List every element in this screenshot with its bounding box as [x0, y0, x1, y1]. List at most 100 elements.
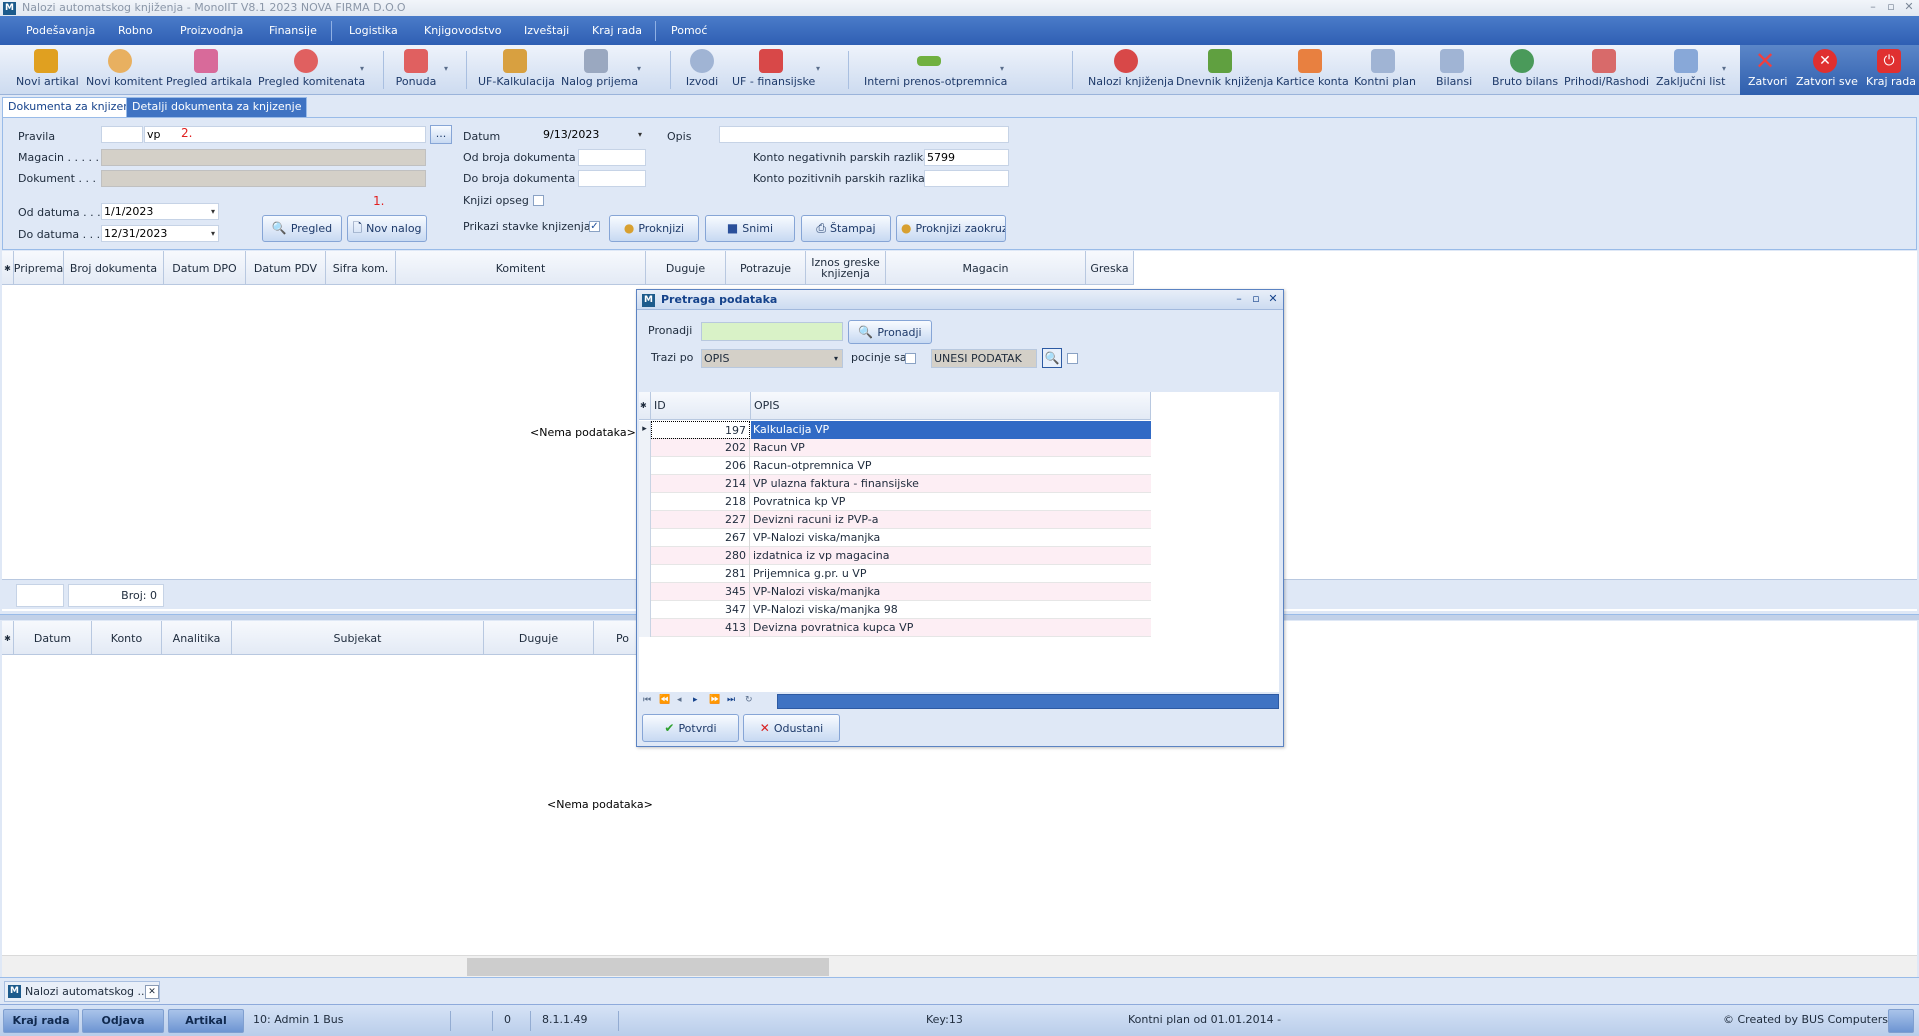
posting-orders-button[interactable]: Nalozi knjiženja: [1088, 46, 1174, 94]
prikazi-stavke-checkbox[interactable]: ✓: [589, 221, 600, 232]
minimize-icon[interactable]: –: [1864, 0, 1882, 16]
computer-icon[interactable]: [1888, 1009, 1914, 1033]
menu-pomoc[interactable]: Pomoć: [671, 16, 707, 45]
col-opis[interactable]: OPIS: [751, 392, 1151, 420]
od-datuma-input[interactable]: 1/1/2023 ▾: [101, 203, 219, 220]
col-priprema[interactable]: Pripremа: [14, 251, 64, 285]
dialog-close-icon[interactable]: ✕: [1266, 292, 1280, 306]
magacin-input[interactable]: [101, 149, 426, 166]
pronadji-button[interactable]: 🔍 Pronadji: [848, 320, 932, 344]
tab-documents[interactable]: Dokumenta za knjizenje: [2, 97, 147, 117]
dialog-maximize-icon[interactable]: ▫: [1249, 292, 1263, 306]
nov-nalog-button[interactable]: 🗋 Nov nalog: [347, 215, 427, 242]
pravila-code-input[interactable]: [101, 126, 143, 143]
col-iznos-greske[interactable]: Iznos greske knjizenja: [806, 251, 886, 285]
offer-button[interactable]: Ponuda: [394, 46, 448, 94]
table-row[interactable]: 347 VP-Nalozi viska/manjka 98: [639, 601, 1151, 619]
table-row[interactable]: 345 VP-Nalozi viska/manjka: [639, 583, 1151, 601]
table-row[interactable]: 267 VP-Nalozi viska/manjka: [639, 529, 1151, 547]
dokument-input[interactable]: [101, 170, 426, 187]
menu-podesavanja[interactable]: Podešavanja: [26, 16, 95, 45]
next-page-icon[interactable]: ⏩: [709, 695, 720, 705]
col-broj-dokumenta[interactable]: Broj dokumenta: [64, 251, 164, 285]
view-partners-button[interactable]: Pregled komitenata: [258, 46, 365, 94]
new-partner-button[interactable]: Novi komitent: [86, 46, 163, 94]
col-datum[interactable]: Datum: [14, 621, 92, 655]
dialog-minimize-icon[interactable]: –: [1232, 292, 1246, 306]
table-row[interactable]: 280 izdatnica iz vp magacina: [639, 547, 1151, 565]
potvrdi-button[interactable]: ✔ Potvrdi: [642, 714, 739, 742]
menu-proizvodnja[interactable]: Proizvodnja: [180, 16, 243, 45]
account-cards-button[interactable]: Kartice konta: [1276, 46, 1349, 94]
menu-robno[interactable]: Robno: [118, 16, 153, 45]
search-option-checkbox[interactable]: [1067, 353, 1078, 364]
close-all-button[interactable]: ✕ Zatvori sve: [1796, 46, 1858, 94]
view-articles-button[interactable]: Pregled artikala: [166, 46, 252, 94]
odjava-button[interactable]: Odjava: [82, 1009, 164, 1033]
prev-page-icon[interactable]: ⏪: [659, 695, 670, 705]
col-komitent[interactable]: Komitent: [396, 251, 646, 285]
stampaj-button[interactable]: ⎙ Štampaj: [801, 215, 891, 242]
unesi-podatak-input[interactable]: UNESI PODATAK: [931, 349, 1037, 368]
od-broja-input[interactable]: [578, 149, 646, 166]
menu-finansije[interactable]: Finansije: [269, 16, 317, 45]
uf-financial-button[interactable]: UF - finansijske: [732, 46, 820, 94]
close-button[interactable]: ✕ Zatvori: [1748, 46, 1787, 94]
first-record-icon[interactable]: ⏮: [643, 695, 651, 705]
balance-sheets-button[interactable]: Bilansi: [1436, 46, 1472, 94]
col-duguje-2[interactable]: Duguje: [484, 621, 594, 655]
proknjizi-button[interactable]: ● Proknjizi: [609, 215, 699, 242]
table-row[interactable]: 227 Devizni racuni iz PVP-a: [639, 511, 1151, 529]
tab-document-details[interactable]: Detalji dokumenta za knjizenje: [126, 97, 308, 117]
next-record-icon[interactable]: ▸: [693, 695, 698, 705]
col-analitika[interactable]: Analitika: [162, 621, 232, 655]
income-expense-button[interactable]: Prihodi/Rashodi: [1564, 46, 1649, 94]
col-konto[interactable]: Konto: [92, 621, 162, 655]
do-datuma-input[interactable]: 12/31/2023 ▾: [101, 225, 219, 242]
datum-input[interactable]: 9/13/2023 ▾: [540, 126, 646, 143]
table-row[interactable]: 218 Povratnica kp VP: [639, 493, 1151, 511]
col-duguje[interactable]: Duguje: [646, 251, 726, 285]
new-article-button[interactable]: Novi artikal: [16, 46, 79, 94]
internal-transfer-button[interactable]: Interni prenos-otpremnica: [864, 46, 1007, 94]
table-row[interactable]: 281 Prijemnica g.pr. u VP: [639, 565, 1151, 583]
navigator-scrollbar[interactable]: [777, 694, 1279, 709]
artikal-button[interactable]: Artikal: [168, 1009, 244, 1033]
journal-button[interactable]: Dnevnik knjiženja: [1176, 46, 1273, 94]
table-row[interactable]: 214 VP ulazna faktura - finansijske: [639, 475, 1151, 493]
pravila-browse-button[interactable]: ...: [430, 125, 452, 144]
pocinje-sa-checkbox[interactable]: [905, 353, 916, 364]
konto-negativnih-input[interactable]: 5799: [924, 149, 1009, 166]
prev-record-icon[interactable]: ◂: [677, 695, 682, 705]
col-subjekat[interactable]: Subjekat: [232, 621, 484, 655]
table-row[interactable]: 206 Racun-otpremnica VP: [639, 457, 1151, 475]
col-potrazuje[interactable]: Potrazuje: [726, 251, 806, 285]
close-tab-icon[interactable]: ✕: [145, 985, 159, 999]
trazi-po-select[interactable]: OPIS ▾: [701, 349, 843, 368]
odustani-button[interactable]: ✕ Odustani: [743, 714, 840, 742]
col-greska[interactable]: Greska: [1086, 251, 1134, 285]
maximize-icon[interactable]: ▫: [1882, 0, 1900, 16]
dialog-title-bar[interactable]: M Pretraga podataka – ▫ ✕: [637, 290, 1283, 310]
col-datum-pdv[interactable]: Datum PDV: [246, 251, 326, 285]
menu-izvestaji[interactable]: Izveštaji: [524, 16, 569, 45]
menu-logistika[interactable]: Logistika: [349, 16, 398, 45]
col-magacin[interactable]: Magacin: [886, 251, 1086, 285]
table-row[interactable]: 202 Racun VP: [639, 439, 1151, 457]
menu-kraj-rada[interactable]: Kraj rada: [592, 16, 642, 45]
snimi-button[interactable]: ■ Snimi: [705, 215, 795, 242]
uf-calculation-button[interactable]: UF-Kalkulacija: [478, 46, 555, 94]
menu-knjigovodstvo[interactable]: Knjigovodstvo: [424, 16, 502, 45]
last-record-icon[interactable]: ⏭: [727, 695, 735, 705]
table-row[interactable]: 413 Devizna povratnica kupca VP: [639, 619, 1151, 637]
exit-button[interactable]: ⏻ Kraj rada: [1866, 46, 1916, 94]
opis-input[interactable]: [719, 126, 1009, 143]
close-window-icon[interactable]: ✕: [1900, 0, 1918, 16]
do-broja-input[interactable]: [578, 170, 646, 187]
kraj-rada-button[interactable]: Kraj rada: [3, 1009, 79, 1033]
col-id[interactable]: ID: [651, 392, 751, 420]
knjizi-opseg-checkbox[interactable]: [533, 195, 544, 206]
pronadji-input[interactable]: [701, 322, 843, 341]
closing-sheet-button[interactable]: Zaključni list: [1656, 46, 1726, 94]
search-icon[interactable]: 🔍: [1042, 348, 1062, 368]
